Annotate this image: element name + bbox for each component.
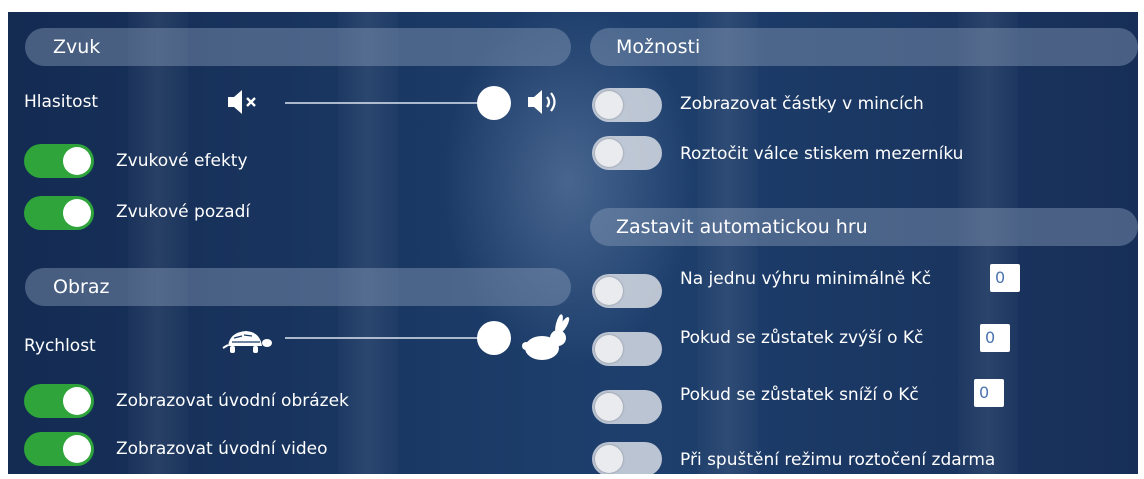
- speaker-muted-icon[interactable]: [226, 88, 260, 116]
- speaker-loud-icon[interactable]: [526, 88, 562, 116]
- sound-header: Zvuk: [25, 28, 571, 66]
- spacebar-toggle[interactable]: [592, 136, 662, 170]
- intro-image-toggle[interactable]: [24, 384, 94, 418]
- volume-label: Hlasitost: [24, 92, 99, 112]
- toggle-knob: [63, 147, 91, 175]
- coins-toggle[interactable]: [592, 88, 662, 122]
- toggle-knob: [63, 435, 91, 463]
- sound-background-label: Zvukové pozadí: [116, 202, 251, 222]
- toggle-knob: [595, 445, 623, 473]
- autoplay-decrease-input[interactable]: 0: [974, 379, 1004, 407]
- sound-background-toggle[interactable]: [24, 196, 94, 230]
- sound-effects-toggle[interactable]: [24, 144, 94, 178]
- toggle-knob: [595, 91, 623, 119]
- settings-panel: Zvuk Hlasitost Zvukové efekty Zvukové po…: [8, 12, 1138, 474]
- toggle-knob: [595, 139, 623, 167]
- toggle-knob: [595, 393, 623, 421]
- intro-image-label: Zobrazovat úvodní obrázek: [116, 391, 349, 411]
- toggle-knob: [63, 199, 91, 227]
- speed-slider-track[interactable]: [285, 337, 495, 339]
- image-header: Obraz: [25, 268, 571, 306]
- autoplay-decrease-label: Pokud se zůstatek sníží o Kč: [680, 385, 919, 405]
- autoplay-header: Zastavit automatickou hru: [590, 208, 1138, 246]
- speed-slider-thumb[interactable]: [477, 321, 511, 355]
- autoplay-increase-toggle[interactable]: [592, 332, 662, 366]
- rabbit-icon[interactable]: [520, 312, 572, 364]
- sound-effects-label: Zvukové efekty: [116, 151, 248, 171]
- coins-label: Zobrazovat částky v mincích: [680, 94, 924, 114]
- intro-video-toggle[interactable]: [24, 432, 94, 466]
- autoplay-increase-label: Pokud se zůstatek zvýší o Kč: [680, 328, 924, 348]
- autoplay-win-toggle[interactable]: [592, 274, 662, 308]
- autoplay-win-input[interactable]: 0: [990, 264, 1020, 292]
- spacebar-label: Roztočit válce stiskem mezerníku: [680, 144, 964, 164]
- autoplay-decrease-toggle[interactable]: [592, 390, 662, 424]
- options-header: Možnosti: [590, 28, 1138, 66]
- turtle-icon[interactable]: [222, 326, 274, 356]
- autoplay-freespins-label: Při spuštění režimu roztočení zdarma: [680, 450, 996, 470]
- autoplay-increase-input[interactable]: 0: [980, 324, 1010, 352]
- volume-slider-track[interactable]: [285, 102, 495, 104]
- autoplay-win-label: Na jednu výhru minimálně Kč: [680, 269, 932, 289]
- toggle-knob: [595, 335, 623, 363]
- intro-video-label: Zobrazovat úvodní video: [116, 439, 328, 459]
- toggle-knob: [63, 387, 91, 415]
- speed-label: Rychlost: [24, 336, 96, 356]
- autoplay-freespins-toggle[interactable]: [592, 442, 662, 474]
- volume-slider-thumb[interactable]: [477, 86, 511, 120]
- toggle-knob: [595, 277, 623, 305]
